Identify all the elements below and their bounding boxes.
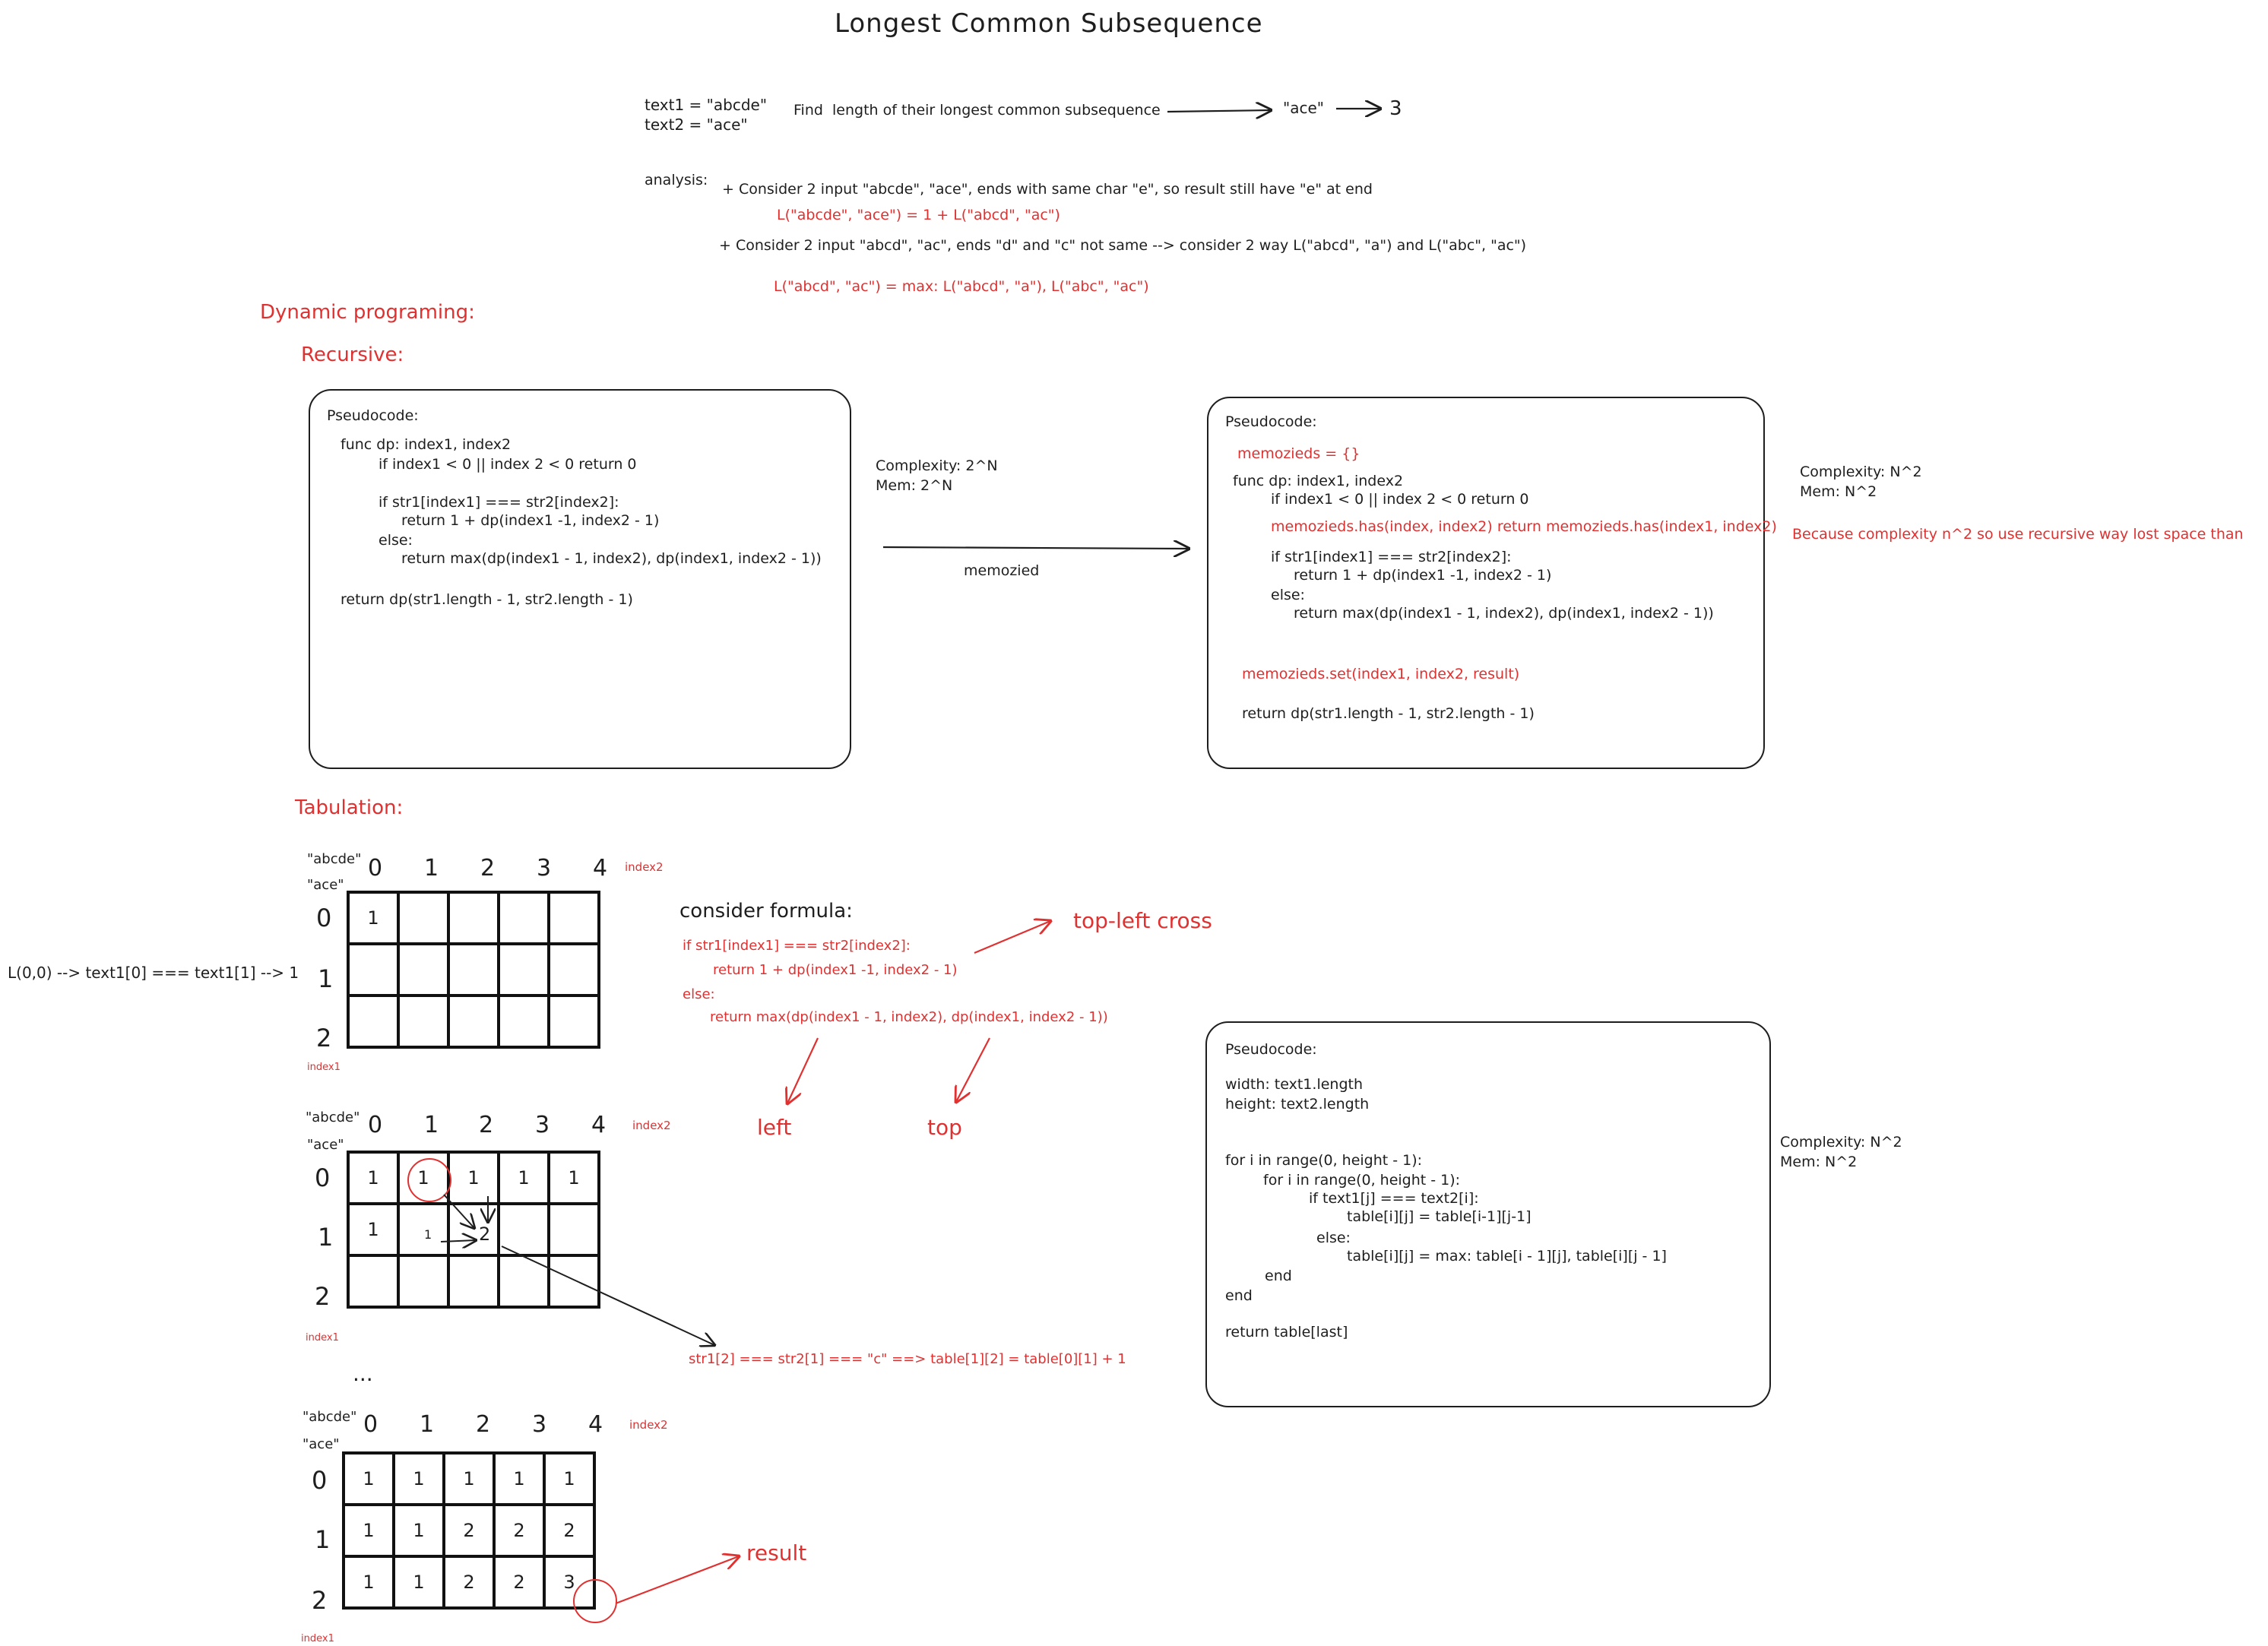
arrow-diagonal: [443, 1194, 474, 1228]
arrow-left: [787, 1037, 819, 1103]
arrow-result: [615, 1556, 739, 1605]
arrow-memoized: [882, 547, 1189, 549]
arrow-to-equality-note: [501, 1246, 714, 1345]
arrow-from-left: [440, 1240, 476, 1242]
arrow-top: [956, 1037, 990, 1102]
arrows-layer: [440, 0, 2268, 1605]
arrow-find-to-result: [1167, 110, 1271, 112]
arrow-top-left-cross: [974, 921, 1050, 954]
